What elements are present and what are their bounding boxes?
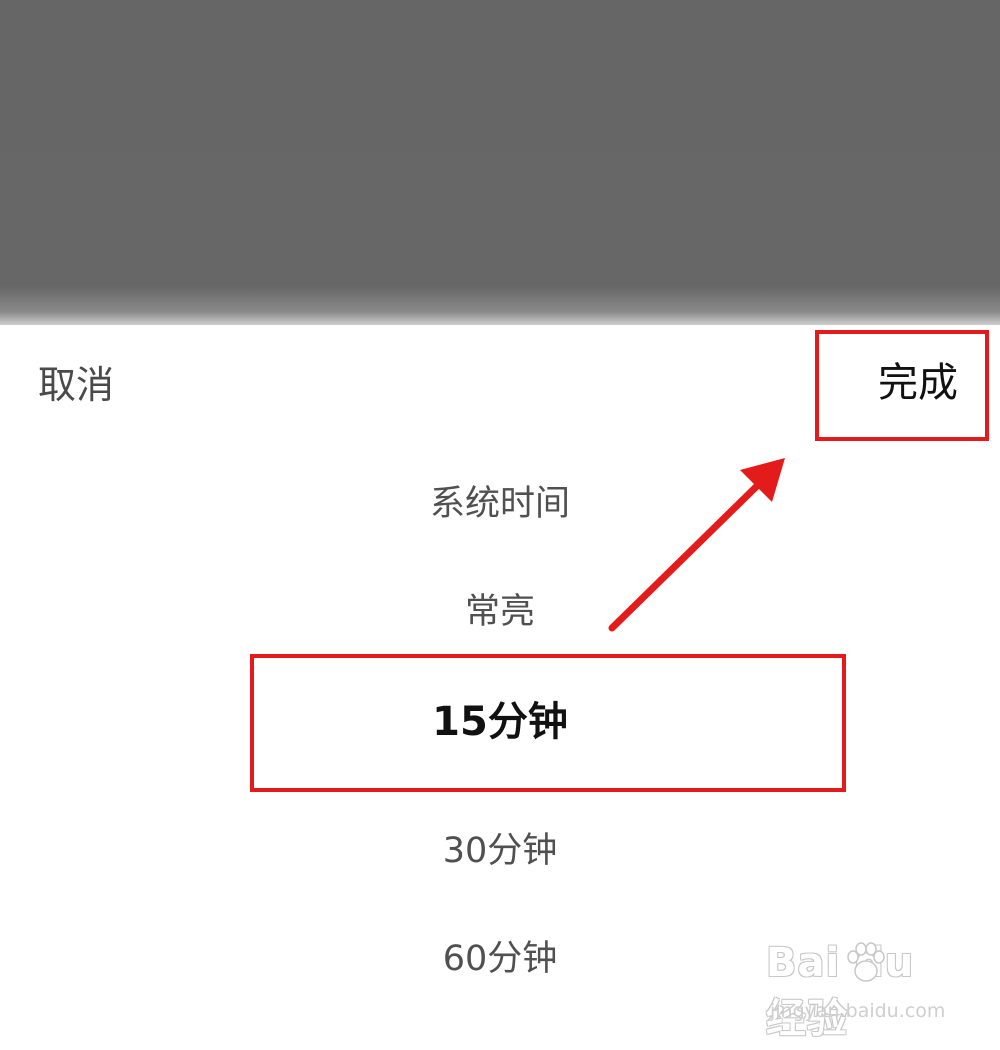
- dimmed-background-overlay[interactable]: [0, 0, 1000, 325]
- picker-option-15-minutes-selected[interactable]: 15分钟: [0, 689, 1000, 747]
- done-button[interactable]: 完成: [878, 353, 958, 413]
- picker-option-30-minutes[interactable]: 30分钟: [0, 822, 1000, 873]
- picker-header: 取消 完成: [0, 325, 1000, 440]
- cancel-button[interactable]: 取消: [38, 355, 114, 415]
- picker-option-system-time[interactable]: 系统时间: [0, 475, 1000, 526]
- bottom-sheet-picker: 取消 完成 系统时间 常亮 15分钟 30分钟 60分钟: [0, 325, 1000, 1050]
- picker-option-60-minutes[interactable]: 60分钟: [0, 930, 1000, 981]
- picker-option-always-on[interactable]: 常亮: [0, 583, 1000, 634]
